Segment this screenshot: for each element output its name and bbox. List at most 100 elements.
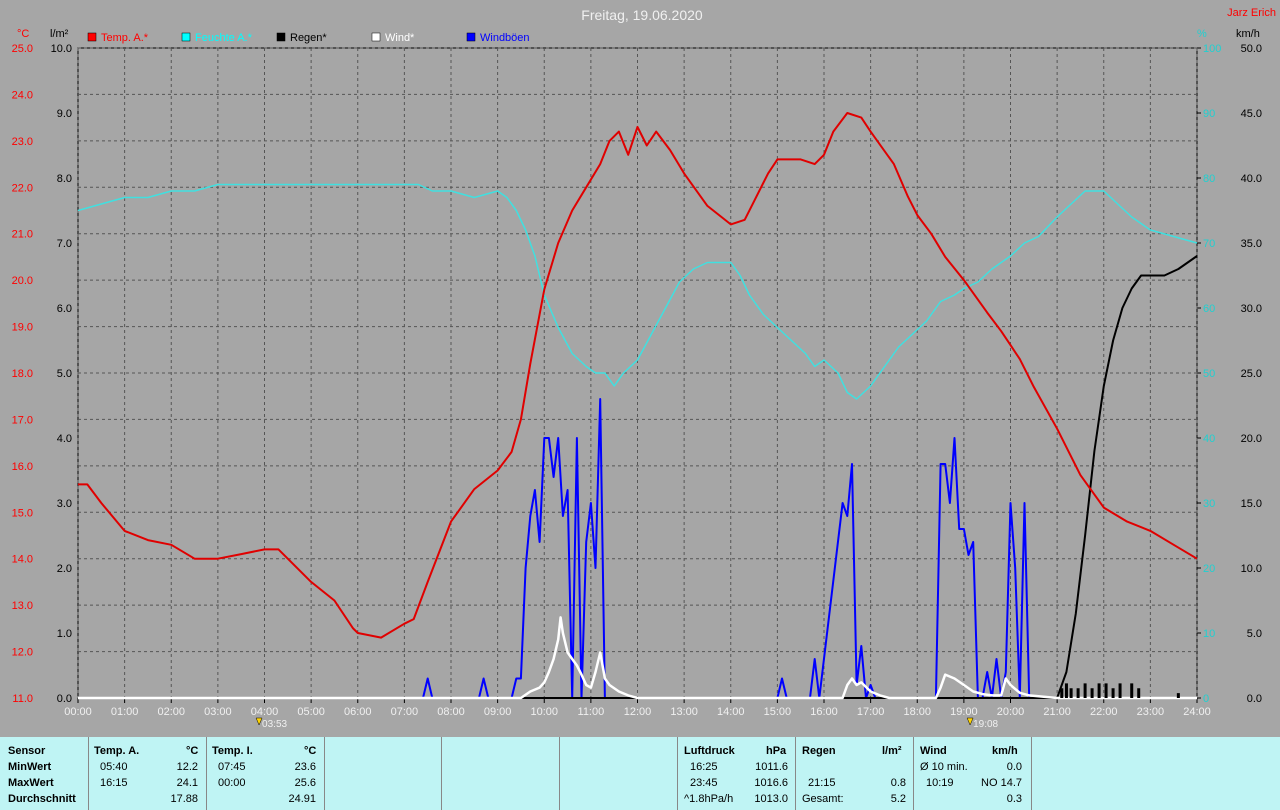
wind-tick-label: 20.0 (1241, 433, 1262, 445)
wind-tick-label: 30.0 (1241, 303, 1262, 315)
wind-tick-label: 35.0 (1241, 238, 1262, 250)
humidity-tick-label: 70 (1203, 238, 1215, 250)
wind-tick-label: 40.0 (1241, 173, 1262, 185)
temp-i-min-time: 07:45 (218, 761, 246, 773)
temp-tick-label: 22.0 (12, 182, 33, 194)
legend-label: Windböen (480, 32, 530, 44)
wind-min-val: 0.0 (1006, 761, 1022, 773)
temp-tick-label: 20.0 (12, 275, 33, 287)
rain-total-label: Gesamt: (802, 793, 844, 805)
x-tick-label: 18:00 (903, 706, 931, 718)
temp-tick-label: 21.0 (12, 229, 33, 241)
temp-tick-label: 13.0 (12, 600, 33, 612)
stats-table: Sensor MinWert MaxWert Durchschnitt Temp… (0, 737, 1280, 810)
x-tick-label: 04:00 (251, 706, 279, 718)
x-tick-label: 07:00 (391, 706, 419, 718)
temp-a-unit: °C (186, 745, 199, 757)
rain-bar (1090, 688, 1094, 698)
legend-swatch (181, 32, 191, 42)
x-tick-label: 06:00 (344, 706, 372, 718)
temp-tick-label: 18.0 (12, 368, 33, 380)
humidity-tick-label: 80 (1203, 173, 1215, 185)
wind-tick-label: 10.0 (1241, 563, 1262, 575)
legend-label: Feuchte A.* (195, 32, 253, 44)
time-marker-label: 03:53 (262, 719, 287, 730)
x-tick-label: 09:00 (484, 706, 512, 718)
temp-i-max-time: 00:00 (218, 777, 246, 789)
pressure-title: Luftdruck (684, 745, 735, 757)
humidity-tick-label: 30 (1203, 498, 1215, 510)
x-tick-label: 01:00 (111, 706, 139, 718)
axis-unit-humidity: % (1197, 28, 1207, 40)
temp-tick-label: 16.0 (12, 461, 33, 473)
rain-bar (1104, 683, 1108, 698)
rain-tick-label: 7.0 (57, 238, 72, 250)
wind-unit: km/h (992, 745, 1018, 757)
wind-tick-label: 45.0 (1241, 108, 1262, 120)
pressure-max-val: 1016.6 (754, 777, 788, 789)
x-tick-label: 22:00 (1090, 706, 1118, 718)
x-tick-label: 02:00 (157, 706, 185, 718)
temp-a-max-time: 16:15 (100, 777, 128, 789)
temp-tick-label: 14.0 (12, 554, 33, 566)
temp-i-unit: °C (304, 745, 317, 757)
table-col-empty-1 (324, 737, 442, 810)
wind-tick-label: 50.0 (1241, 43, 1262, 55)
author-label: Jarz Erich (1227, 7, 1276, 19)
rain-unit: l/m² (882, 745, 902, 757)
rain-tick-label: 0.0 (57, 693, 72, 705)
temp-tick-label: 25.0 (12, 43, 33, 55)
rain-total: 5.2 (890, 793, 906, 805)
x-tick-label: 23:00 (1137, 706, 1165, 718)
humidity-tick-label: 0 (1203, 693, 1209, 705)
rain-tick-label: 6.0 (57, 303, 72, 315)
rain-tick-label: 1.0 (57, 628, 72, 640)
x-tick-label: 20:00 (997, 706, 1025, 718)
chart-title: Freitag, 19.06.2020 (581, 7, 703, 23)
chart: 11.0 12.0 13.0 14.0 15.0 16.0 17.0 18.0 19.0 20.0… (0, 0, 1280, 737)
x-tick-label: 10:00 (530, 706, 558, 718)
legend-swatch (276, 32, 286, 42)
temp-tick-label: 19.0 (12, 322, 33, 334)
axis-unit-wind: km/h (1236, 28, 1260, 40)
wind-title: Wind (920, 745, 947, 757)
rain-tick-label: 10.0 (51, 43, 72, 55)
x-tick-label: 00:00 (64, 706, 92, 718)
x-tick-label: 12:00 (624, 706, 652, 718)
wind-avg: 0.3 (1006, 793, 1022, 805)
rain-title: Regen (802, 745, 836, 757)
row-label-sensor: Sensor (8, 745, 46, 757)
table-col-empty-3 (559, 737, 678, 810)
x-tick-label: 19:00 (950, 706, 978, 718)
x-tick-label: 13:00 (670, 706, 698, 718)
wind-tick-label: 15.0 (1241, 498, 1262, 510)
legend-swatch (371, 32, 381, 42)
temp-a-title: Temp. A. (94, 745, 140, 757)
rain-bar (1076, 688, 1080, 698)
pressure-max-time: 23:45 (690, 777, 718, 789)
x-tick-label: 16:00 (810, 706, 838, 718)
humidity-tick-label: 90 (1203, 108, 1215, 120)
x-tick-label: 15:00 (764, 706, 792, 718)
x-tick-label: 24:00 (1183, 706, 1211, 718)
temp-tick-label: 12.0 (12, 647, 33, 659)
x-tick-label: 21:00 (1043, 706, 1071, 718)
temp-i-title: Temp. I. (212, 745, 253, 757)
temp-a-avg: 17.88 (170, 793, 198, 805)
x-tick-label: 17:00 (857, 706, 885, 718)
rain-bar (1097, 683, 1101, 698)
temp-a-min-time: 05:40 (100, 761, 128, 773)
wind-tick-label: 0.0 (1247, 693, 1262, 705)
rain-tick-label: 3.0 (57, 498, 72, 510)
rain-tick-label: 8.0 (57, 173, 72, 185)
rain-max-val: 0.8 (890, 777, 906, 789)
temp-tick-label: 11.0 (12, 693, 33, 705)
temp-tick-label: 23.0 (12, 136, 33, 148)
pressure-trend: ^1.8hPa/h (684, 793, 734, 805)
temp-i-avg: 24.91 (288, 793, 316, 805)
pressure-avg: 1013.0 (754, 793, 788, 805)
rain-bar (1137, 688, 1141, 698)
pressure-min-val: 1011.6 (755, 761, 788, 773)
wind-tick-label: 25.0 (1241, 368, 1262, 380)
pressure-unit: hPa (766, 745, 787, 757)
